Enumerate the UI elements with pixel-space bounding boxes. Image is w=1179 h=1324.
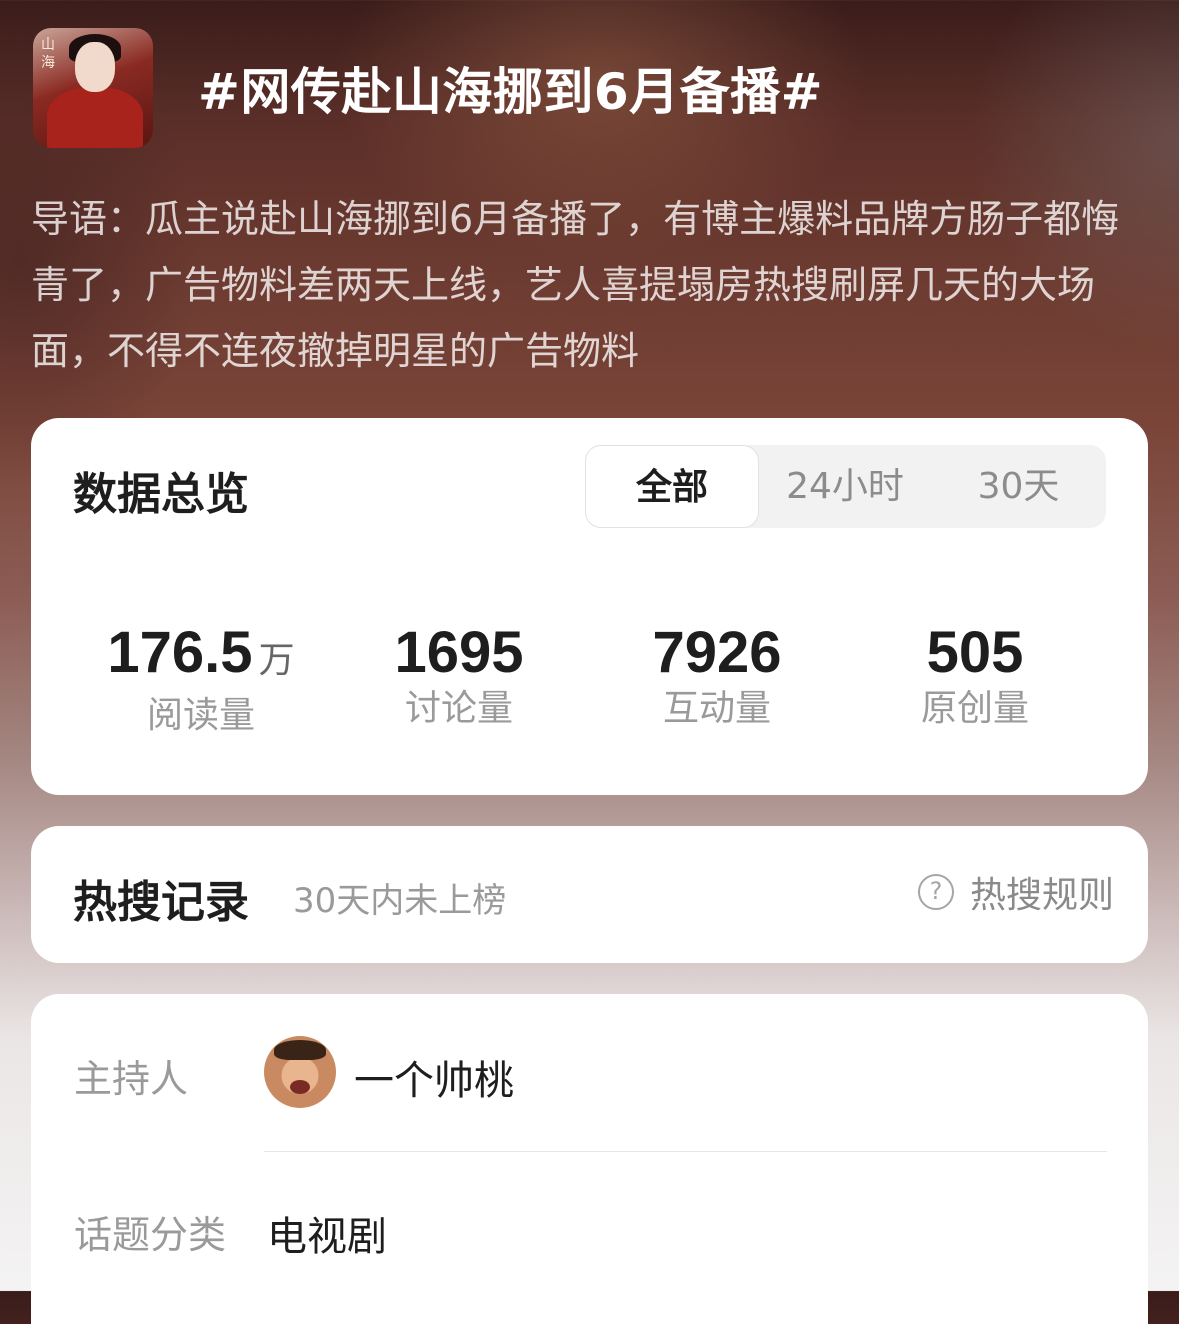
overview-heading: 数据总览 [73,469,249,520]
hot-search-card: 热搜记录 30天内未上榜 ? 热搜规则 [31,826,1148,963]
tab-30-days[interactable]: 30天 [931,445,1106,528]
tab-24-hours[interactable]: 24小时 [759,445,931,528]
stat-originals-label: 原创量 [920,688,1029,729]
topic-intro: 导语：瓜主说赴山海挪到6月备播了，有博主爆料品牌方肠子都悔青了，广告物料差两天上… [31,197,1120,373]
stat-discussions: 1695 讨论量 [329,618,589,734]
cover-calligraphy: 山海 [41,37,55,71]
category-label: 话题分类 [74,1213,227,1257]
hot-search-status: 30天内未上榜 [293,881,507,921]
host-label: 主持人 [74,1057,189,1101]
topic-title: #网传赴山海挪到6月备播# [198,63,824,121]
stat-reads-value: 176.5 [107,620,253,685]
divider [264,1151,1107,1152]
stat-discussions-label: 讨论量 [404,688,513,729]
host-avatar[interactable] [264,1036,336,1108]
stat-discussions-value: 1695 [394,620,524,685]
stat-interactions-label: 互动量 [662,688,771,729]
topic-cover-image[interactable]: 山海 [33,28,153,148]
data-overview-card: 数据总览 全部 24小时 30天 176.5 万 阅读量 1695 讨论量 792… [31,418,1148,795]
tab-all[interactable]: 全部 [585,445,759,528]
hot-search-heading: 热搜记录 [73,877,249,928]
question-circle-icon: ? [917,874,954,910]
time-range-tabs: 全部 24小时 30天 [585,445,1106,528]
host-name[interactable]: 一个帅桃 [354,1048,514,1106]
stat-interactions-value: 7926 [652,620,782,685]
stat-reads-unit: 万 [258,639,295,680]
stat-originals: 505 原创量 [845,618,1105,734]
hot-search-rules-label: 热搜规则 [969,875,1114,916]
topic-info-card: 主持人 一个帅桃 话题分类 电视剧 [31,994,1148,1324]
stat-reads: 176.5 万 阅读量 [71,618,331,741]
hot-search-rules-link[interactable]: ? 热搜规则 [917,870,1114,916]
stat-interactions: 7926 互动量 [587,618,847,734]
stat-originals-value: 505 [926,620,1024,685]
stat-reads-label: 阅读量 [146,695,255,736]
category-value[interactable]: 电视剧 [267,1204,387,1262]
